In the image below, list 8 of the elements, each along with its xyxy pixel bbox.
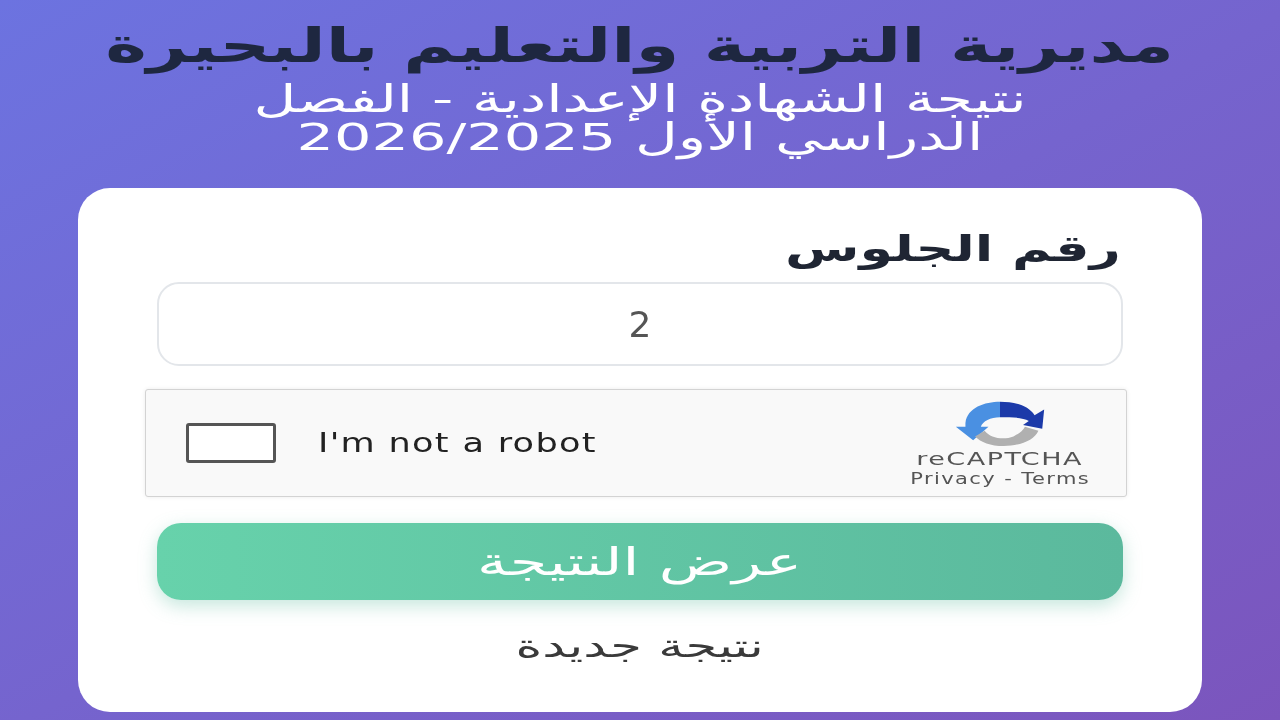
page-title: مديرية التربية والتعليم بالبحيرة [105, 16, 1175, 76]
new-result-link[interactable]: نتيجة جديدة [515, 626, 765, 666]
recaptcha-label: I'm not a robot [318, 425, 597, 460]
recaptcha-legal-links[interactable]: Privacy - Terms [909, 470, 1090, 488]
seat-number-field[interactable]: 2 [157, 282, 1123, 366]
seat-number-label: رقم الجلوس [785, 227, 1121, 272]
recaptcha-brand: reCAPTCHA [916, 448, 1084, 470]
recaptcha-checkbox[interactable] [186, 423, 276, 463]
